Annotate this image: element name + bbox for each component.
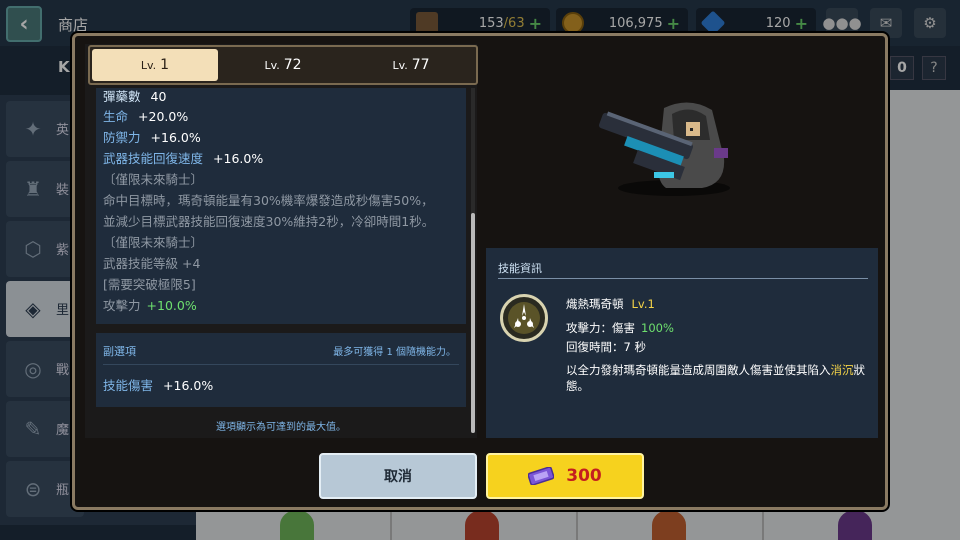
effect-description: 命中目標時，瑪奇頓能量有30%機率爆發造成秒傷害50%， bbox=[103, 193, 434, 208]
skill-name: 熾熱瑪奇頓 Lv.1 bbox=[566, 297, 655, 311]
divider bbox=[498, 278, 868, 279]
buy-button[interactable]: 300 bbox=[486, 453, 644, 499]
tab-lv-77[interactable]: Lv. 77 bbox=[348, 49, 474, 81]
skill-cooldown: 回復時間：7 秒 bbox=[566, 340, 646, 354]
tab-lv-72[interactable]: Lv. 72 bbox=[220, 49, 346, 81]
cancel-button[interactable]: 取消 bbox=[319, 453, 477, 499]
stat-attack: 攻擊力 +10.0% bbox=[103, 298, 197, 313]
restriction-note: 〔僅限未來騎士〕 bbox=[103, 235, 204, 250]
sub-stat-skill-damage: 技能傷害 +16.0% bbox=[103, 378, 214, 393]
sub-options-note: 最多可獲得 1 個隨機能力。 bbox=[333, 347, 456, 358]
effect-description: 並減少目標武器技能回復速度30%維持2秒，冷卻時間1秒。 bbox=[103, 214, 435, 229]
weapon-preview bbox=[484, 36, 884, 248]
stat-ammo: 彈藥數 40 bbox=[103, 89, 167, 104]
max-value-footnote: 選項顯示為可達到的最大值。 bbox=[216, 422, 346, 433]
weapon-detail-dialog: Lv. 1 Lv. 72 Lv. 77 彈藥數 40 生命 +20.0% 防禦力 +16.0… bbox=[72, 33, 888, 510]
skill-level-bonus: 武器技能等級 +4 bbox=[103, 256, 201, 271]
weapon-sprite bbox=[599, 102, 730, 196]
stat-health: 生命 +20.0% bbox=[103, 109, 189, 124]
divider bbox=[103, 364, 459, 365]
sub-options-box: 副選項 最多可獲得 1 個隨機能力。 技能傷害 +16.0% bbox=[96, 333, 466, 407]
sub-options-heading: 副選項 bbox=[103, 345, 136, 358]
restriction-note: 〔僅限未來騎士〕 bbox=[103, 172, 204, 187]
skill-description: 以全力發射瑪奇頓能量造成周圍敵人傷害並使其陷入消沉狀態。 bbox=[566, 363, 865, 393]
stats-scrollbar-thumb[interactable] bbox=[471, 213, 475, 433]
main-stats-box: 彈藥數 40 生命 +20.0% 防禦力 +16.0% 武器技能回復速度 +16.0% … bbox=[96, 88, 466, 324]
skill-info-heading: 技能資訊 bbox=[498, 262, 542, 275]
ticket-icon bbox=[528, 467, 555, 485]
tab-lv-1[interactable]: Lv. 1 bbox=[92, 49, 218, 81]
stat-skill-recovery: 武器技能回復速度 +16.0% bbox=[103, 151, 264, 166]
spark-emblem-icon bbox=[500, 294, 548, 342]
level-tabs: Lv. 1 Lv. 72 Lv. 77 bbox=[88, 45, 478, 85]
limit-break-requirement: [需要突破極限5] bbox=[103, 277, 196, 292]
skill-info-box: 技能資訊 熾熱瑪奇頓 Lv.1 攻擊力：傷害 100% 回復時間：7 秒 以全力發射… bbox=[486, 248, 878, 438]
stat-defense: 防禦力 +16.0% bbox=[103, 130, 201, 145]
skill-attack: 攻擊力：傷害 100% bbox=[566, 321, 674, 335]
